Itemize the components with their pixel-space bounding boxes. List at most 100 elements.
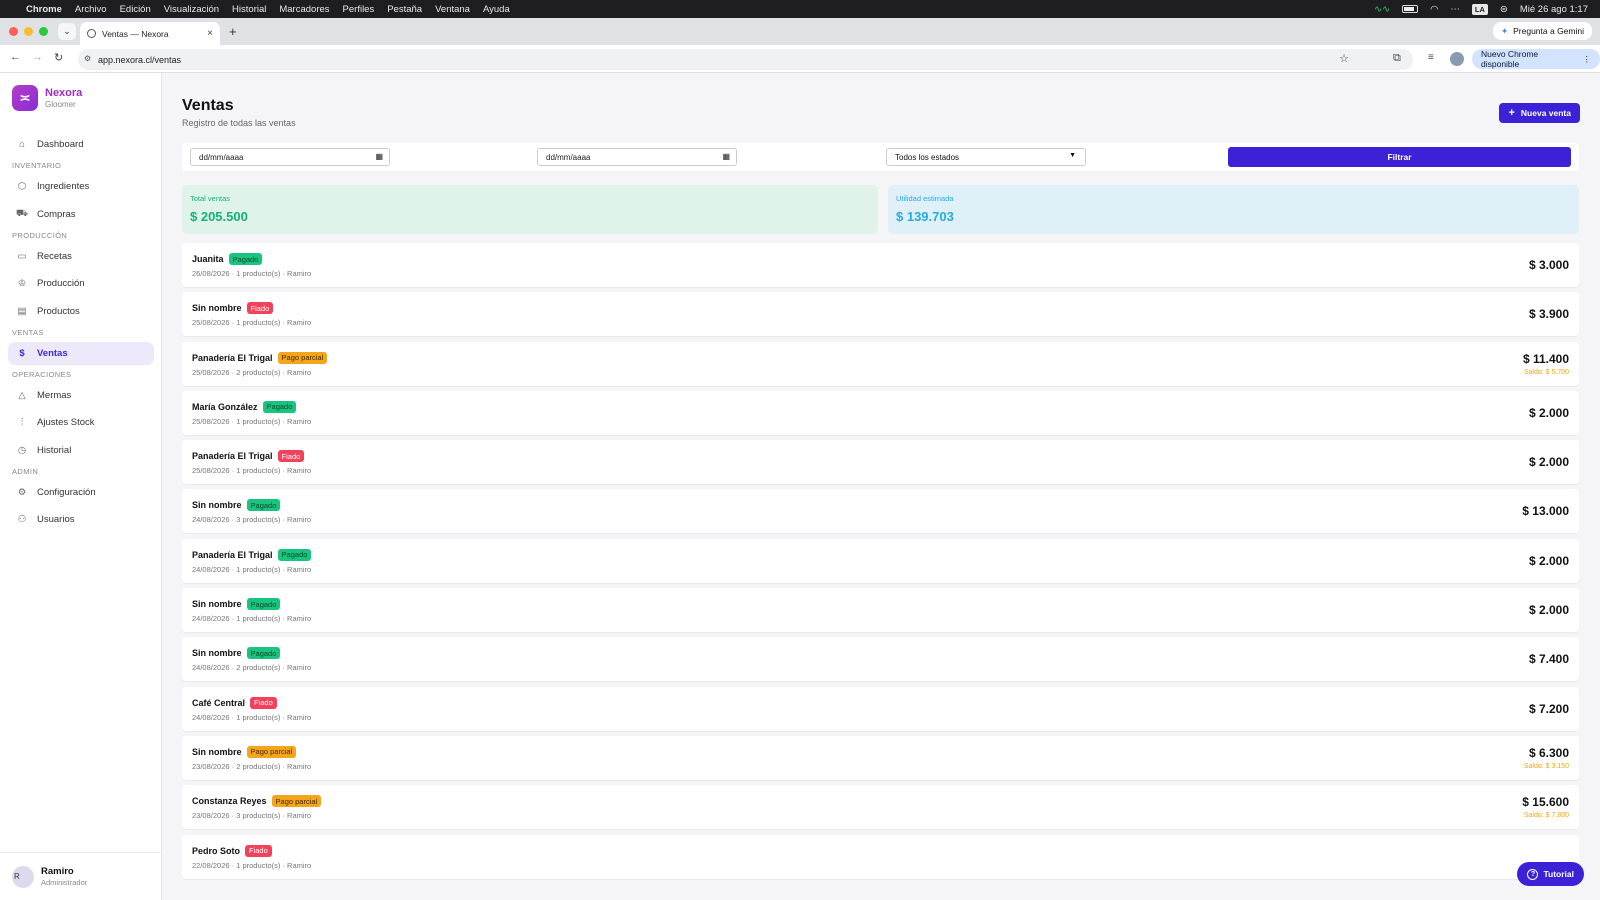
sale-meta: 25/08/2026 · 1 producto(s) · Ramiro <box>192 466 312 476</box>
estimated-profit-card: Utilidad estimada $ 139.703 <box>888 185 1579 234</box>
sale-amount: $ 2.000 <box>1528 405 1569 420</box>
sliders-icon: ⫶ <box>20 417 24 428</box>
user-profile[interactable]: R Ramiro Administrador <box>0 852 161 900</box>
tutorial-button[interactable]: ? Tutorial <box>1517 862 1584 886</box>
sale-amount: $ 2.000 <box>1528 455 1569 470</box>
sidebar-item-configuracion[interactable]: ⚙ Configuración <box>8 481 154 504</box>
site-settings-icon[interactable]: ⚙ <box>84 54 91 63</box>
sidebar-item-compras[interactable]: ⛟ Compras <box>8 203 154 226</box>
status-badge: Pago parcial <box>271 795 322 808</box>
status-badge: Fiado <box>277 450 305 463</box>
sale-row[interactable]: Sin nombre Pago parcial 23/08/2026 · 2 pro… <box>182 735 1579 780</box>
chrome-tab-strip: ⌄ Ventas — Nexora × + ✦ Pregunta a Gemin… <box>0 18 1600 45</box>
sidebar-item-ajustes-stock[interactable]: ⫶ Ajustes Stock <box>8 411 154 434</box>
sale-amount: $ 2.000 <box>1528 553 1569 568</box>
sidebar-item-label: Dashboard <box>37 139 84 150</box>
menu-marcadores[interactable]: Marcadores <box>279 4 329 15</box>
menubar-clock[interactable]: Mié 26 ago 1:17 <box>1520 4 1588 15</box>
wifi-icon[interactable]: ◠ <box>1430 4 1438 15</box>
page-title: Ventas <box>182 97 234 114</box>
url-text: app.nexora.cl/ventas <box>98 54 182 65</box>
sale-row[interactable]: Sin nombre Fiado 25/08/2026 · 1 producto(s… <box>182 292 1579 337</box>
chrome-update-button[interactable]: Nuevo Chrome disponible ⋮ <box>1472 49 1600 69</box>
sidebar-item-recetas[interactable]: ▭ Recetas <box>8 245 154 268</box>
book-icon: ▭ <box>17 250 27 262</box>
brand-name: Nexora <box>45 87 83 99</box>
menu-ventana[interactable]: Ventana <box>435 4 470 15</box>
chef-hat-icon: ♔ <box>17 278 27 289</box>
sale-row[interactable]: Sin nombre Pagado 24/08/2026 · 1 producto(… <box>182 588 1579 633</box>
sale-row[interactable]: Pedro Soto Fiado 22/08/2026 · 1 producto(s… <box>182 834 1579 879</box>
sidebar-item-ventas[interactable]: $ Ventas <box>8 341 154 365</box>
sale-row[interactable]: Sin nombre Pagado 24/08/2026 · 2 producto(… <box>182 637 1579 682</box>
sale-customer-name: Sin nombre <box>192 599 242 610</box>
tab-search-icon[interactable]: ⌄ <box>58 23 76 40</box>
back-icon[interactable]: ← <box>10 51 21 63</box>
focus-icon[interactable]: ⋯ <box>1450 4 1460 15</box>
battery-icon[interactable] <box>1402 5 1419 13</box>
sale-row[interactable]: Constanza Reyes Pago parcial 23/08/2026 · … <box>182 785 1579 830</box>
menu-archivo[interactable]: Archivo <box>75 4 107 15</box>
status-badge: Pagado <box>228 253 263 265</box>
menu-ayuda[interactable]: Ayuda <box>483 4 510 15</box>
date-from-input[interactable]: dd/mm/aaaa ▦ <box>190 148 390 166</box>
forward-icon[interactable]: → <box>32 51 43 63</box>
control-center-icon[interactable]: ⊜ <box>1500 4 1508 15</box>
bookmark-star-icon[interactable]: ☆ <box>1339 52 1349 65</box>
sidebar-item-mermas[interactable]: △ Mermas <box>8 384 154 407</box>
sparkle-icon: ✦ <box>1501 25 1509 36</box>
close-tab-icon[interactable]: × <box>207 28 213 39</box>
gemini-label: Pregunta a Gemini <box>1513 26 1584 36</box>
menu-app-chrome[interactable]: Chrome <box>26 4 62 15</box>
menu-visualizacion[interactable]: Visualización <box>164 4 219 15</box>
avatar: R <box>12 865 34 888</box>
profile-avatar-icon[interactable] <box>1450 52 1464 66</box>
sale-row[interactable]: Panadería El Trigal Fiado 25/08/2026 · 1 p… <box>182 440 1579 485</box>
new-sale-button[interactable]: + Nueva venta <box>1499 103 1580 123</box>
menu-pestana[interactable]: Pestaña <box>387 4 422 15</box>
sale-row[interactable]: Sin nombre Pagado 24/08/2026 · 3 producto(… <box>182 489 1579 534</box>
new-tab-icon[interactable]: + <box>229 24 237 39</box>
calendar-icon[interactable]: ▦ <box>722 152 730 161</box>
sale-customer-name: Panadería El Trigal <box>192 352 273 363</box>
extensions-icon[interactable]: ⧉ <box>1393 52 1401 65</box>
date-to-input[interactable]: dd/mm/aaaa ▦ <box>537 148 737 166</box>
sale-row[interactable]: Café Central Fiado 24/08/2026 · 1 producto… <box>182 686 1579 731</box>
status-select-value: Todos los estados <box>895 152 960 162</box>
sidebar-item-historial[interactable]: ◷ Historial <box>8 439 154 462</box>
brand-subtitle: Gloomer <box>45 100 76 109</box>
sidebar-item-productos[interactable]: ▤ Productos <box>8 300 154 323</box>
sidebar-item-ingredientes[interactable]: ⬡ Ingredientes <box>8 175 154 198</box>
window-minimize-button[interactable] <box>24 27 33 36</box>
window-close-button[interactable] <box>9 27 18 36</box>
sale-row[interactable]: María González Pagado 25/08/2026 · 1 produ… <box>182 390 1579 435</box>
menu-historial[interactable]: Historial <box>232 4 266 15</box>
address-bar[interactable]: ⚙ app.nexora.cl/ventas ☆ <box>78 49 1413 70</box>
reload-icon[interactable]: ↻ <box>54 51 63 64</box>
sale-row[interactable]: Juanita Pagado 26/08/2026 · 1 producto(s) … <box>182 243 1579 287</box>
clock-icon: ◷ <box>17 444 27 456</box>
sidebar-item-produccion[interactable]: ♔ Producción <box>8 272 154 295</box>
sidebar-item-label: Recetas <box>37 250 72 262</box>
browser-tab-ventas[interactable]: Ventas — Nexora × <box>80 22 220 45</box>
estimated-profit-label: Utilidad estimada <box>896 194 954 203</box>
media-controls-icon[interactable]: ≡ <box>1428 52 1434 63</box>
calendar-icon[interactable]: ▦ <box>375 152 383 161</box>
brand[interactable]: ≍ Nexora Gloomer <box>12 85 82 111</box>
window-zoom-button[interactable] <box>39 27 48 36</box>
filter-button[interactable]: Filtrar <box>1228 147 1571 167</box>
sidebar-item-label: Ingredientes <box>37 181 90 192</box>
menu-edicion[interactable]: Edición <box>120 4 151 15</box>
sidebar-item-dashboard[interactable]: ⌂ Dashboard <box>8 133 154 156</box>
status-select[interactable]: Todos los estados ▼ <box>886 148 1086 166</box>
voice-memo-icon[interactable]: ∿∿ <box>1374 4 1390 15</box>
menu-perfiles[interactable]: Perfiles <box>343 4 375 15</box>
input-source-indicator[interactable]: LA <box>1471 3 1488 15</box>
sale-row[interactable]: Panadería El Trigal Pagado 24/08/2026 · 1 … <box>182 538 1579 583</box>
sale-meta: 23/08/2026 · 3 producto(s) · Ramiro <box>192 811 312 821</box>
sale-row[interactable]: Panadería El Trigal Pago parcial 25/08/202… <box>182 341 1579 386</box>
sidebar-item-usuarios[interactable]: ⚇ Usuarios <box>8 508 154 531</box>
gemini-button[interactable]: ✦ Pregunta a Gemini <box>1493 22 1592 40</box>
sidebar: ≍ Nexora Gloomer ⌂ Dashboard INVENTARIO … <box>0 73 162 900</box>
sale-customer: Café Central Fiado <box>192 696 277 709</box>
